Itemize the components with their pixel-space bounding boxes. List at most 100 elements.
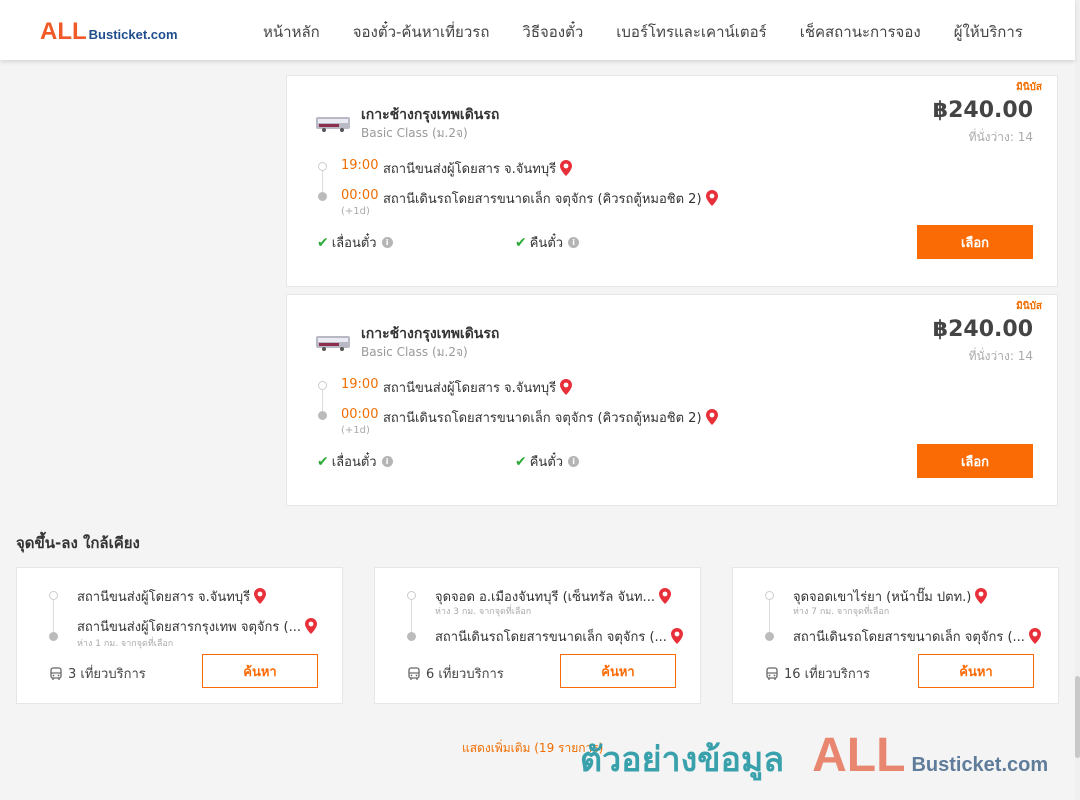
- nearby-from-text: จุดจอดเขาไร่ยา (หน้าปั๊ม ปตท.): [793, 590, 972, 605]
- nav-check-booking[interactable]: เช็คสถานะการจอง: [800, 20, 921, 44]
- departure-dot: [318, 381, 327, 390]
- nearby-to: สถานีเดินรถโดยสารขนาดเล็ก จตุจักร (...: [435, 626, 687, 647]
- map-pin-icon[interactable]: [975, 588, 988, 604]
- map-pin-icon[interactable]: [658, 588, 671, 604]
- trip-count: 6 เที่ยวบริการ: [407, 663, 504, 684]
- trip-count-text: 3 เที่ยวบริการ: [68, 667, 146, 682]
- check-icon: ✔: [317, 453, 329, 470]
- logo-busticket-text: Busticket.com: [88, 27, 178, 42]
- arrival-place: สถานีเดินรถโดยสารขนาดเล็ก จตุจักร (คิวรถ…: [383, 188, 718, 209]
- map-pin-icon[interactable]: [304, 618, 317, 634]
- nearby-to-text: สถานีเดินรถโดยสารขนาดเล็ก จตุจักร (...: [435, 630, 667, 645]
- departure-place: สถานีขนส่งผู้โดยสาร จ.จันทบุรี: [383, 377, 573, 398]
- logo-all-text: ALL: [40, 18, 87, 45]
- nav-operators[interactable]: ผู้ให้บริการ: [954, 20, 1023, 44]
- nearby-from-text: สถานีขนส่งผู้โดยสาร จ.จันทบุรี: [77, 590, 251, 605]
- watermark-logo-all: ALL: [812, 729, 906, 782]
- check-icon: ✔: [515, 234, 527, 251]
- map-pin-icon[interactable]: [254, 588, 267, 604]
- seats-available: ที่นั่งว่าง: 14: [968, 349, 1033, 363]
- nearby-to: สถานีเดินรถโดยสารขนาดเล็ก จตุจักร (...: [793, 626, 1045, 647]
- select-trip-button[interactable]: เลือก: [917, 225, 1033, 259]
- nearby-from-text: จุดจอด อ.เมืองจันทบุรี (เซ็นทรัล จันท...: [435, 590, 655, 605]
- nav-home[interactable]: หน้าหลัก: [263, 20, 320, 44]
- nearby-card: สถานีขนส่งผู้โดยสาร จ.จันทบุรี สถานีขนส่…: [16, 567, 343, 704]
- departure-place: สถานีขนส่งผู้โดยสาร จ.จันทบุรี: [383, 158, 573, 179]
- watermark-logo-rest: Busticket.com: [911, 754, 1049, 776]
- watermark-thai-text: ตัวอย่างข้อมูล: [580, 740, 785, 780]
- nearby-search-button[interactable]: ค้นหา: [202, 654, 318, 688]
- timeline-line: [769, 598, 770, 632]
- top-header: ALL Busticket.com หน้าหลัก จองตั๋ว-ค้นหา…: [0, 0, 1075, 60]
- main-nav: หน้าหลัก จองตั๋ว-ค้นหาเที่ยวรถ วิธีจองตั…: [263, 20, 1023, 44]
- check-icon: ✔: [515, 453, 527, 470]
- next-day-label: (+1d): [341, 425, 370, 436]
- route-name: เกาะช้างกรุงเทพเดินรถ: [361, 107, 500, 123]
- nearby-section-title: จุดขึ้น-ลง ใกล้เคียง: [16, 534, 140, 552]
- from-distance: ห่าง 7 กม. จากจุดที่เลือก: [793, 607, 890, 617]
- nearby-to: สถานีขนส่งผู้โดยสารกรุงเทพ จตุจักร (...: [77, 616, 329, 637]
- info-icon[interactable]: i: [568, 237, 580, 248]
- trip-count: 3 เที่ยวบริการ: [49, 663, 146, 684]
- trip-count-text: 16 เที่ยวบริการ: [784, 667, 870, 682]
- from-distance: ห่าง 3 กม. จากจุดที่เลือก: [435, 607, 532, 617]
- select-trip-button[interactable]: เลือก: [917, 444, 1033, 478]
- nav-phone-counters[interactable]: เบอร์โทรและเคาน์เตอร์: [616, 20, 766, 44]
- info-icon[interactable]: i: [381, 456, 393, 467]
- map-pin-icon[interactable]: [705, 190, 718, 206]
- arrival-dot: [318, 192, 327, 201]
- departure-dot: [318, 162, 327, 171]
- ticket-price: ฿240.00: [932, 98, 1033, 123]
- scrollbar-thumb[interactable]: [1075, 676, 1080, 758]
- nearby-search-button[interactable]: ค้นหา: [560, 654, 676, 688]
- departure-place-text: สถานีขนส่งผู้โดยสาร จ.จันทบุรี: [383, 162, 557, 177]
- minibus-tag: มินิบัส: [1016, 82, 1042, 93]
- map-pin-icon[interactable]: [560, 160, 573, 176]
- nearby-card: จุดจอด อ.เมืองจันทบุรี (เซ็นทรัล จันท...…: [374, 567, 701, 704]
- site-logo[interactable]: ALL Busticket.com: [40, 18, 178, 46]
- to-distance: ห่าง 1 กม. จากจุดที่เลือก: [77, 639, 174, 649]
- seats-available: ที่นั่งว่าง: 14: [968, 130, 1033, 144]
- bus-operator-logo-icon: [316, 117, 350, 132]
- arrival-dot: [318, 411, 327, 420]
- show-more-link[interactable]: แสดงเพิ่มเติม (19 รายการ): [462, 739, 603, 758]
- page-scrollbar[interactable]: [1075, 0, 1080, 800]
- departure-time: 19:00: [341, 377, 379, 392]
- feature-reschedule-label: เลื่อนตั๋ว: [331, 236, 377, 251]
- timeline-line: [53, 598, 54, 632]
- from-dot: [407, 591, 416, 600]
- to-dot: [49, 632, 58, 641]
- departure-time: 19:00: [341, 158, 379, 173]
- nearby-search-button[interactable]: ค้นหา: [918, 654, 1034, 688]
- nearby-from: สถานีขนส่งผู้โดยสาร จ.จันทบุรี: [77, 586, 329, 607]
- nearby-card: จุดจอดเขาไร่ยา (หน้าปั๊ม ปตท.) ห่าง 7 กม…: [732, 567, 1059, 704]
- sample-data-watermark: ตัวอย่างข้อมูล ALL Busticket.com: [580, 728, 1048, 786]
- trip-card: มินิบัส เกาะช้างกรุงเทพเดินรถ Basic Clas…: [286, 294, 1058, 506]
- map-pin-icon[interactable]: [705, 409, 718, 425]
- to-dot: [765, 632, 774, 641]
- map-pin-icon[interactable]: [670, 628, 683, 644]
- timeline-line: [411, 598, 412, 632]
- nearby-to-text: สถานีเดินรถโดยสารขนาดเล็ก จตุจักร (...: [793, 630, 1025, 645]
- map-pin-icon[interactable]: [1028, 628, 1041, 644]
- trip-count-text: 6 เที่ยวบริการ: [426, 667, 504, 682]
- arrival-time: 00:00: [341, 188, 379, 203]
- to-dot: [407, 632, 416, 641]
- feature-reschedule: ✔ เลื่อนตั๋ว i: [317, 451, 393, 472]
- feature-reschedule-label: เลื่อนตั๋ว: [331, 455, 377, 470]
- info-icon[interactable]: i: [381, 237, 393, 248]
- bus-operator-logo-icon: [316, 336, 350, 351]
- bus-class: Basic Class (ม.2จ): [361, 126, 468, 140]
- feature-reschedule: ✔ เลื่อนตั๋ว i: [317, 232, 393, 253]
- nav-how-to-book[interactable]: วิธีจองตั๋ว: [522, 20, 583, 44]
- feature-refund: ✔ คืนตั๋ว i: [515, 232, 580, 253]
- minibus-tag: มินิบัส: [1016, 301, 1042, 312]
- trip-count: 16 เที่ยวบริการ: [765, 663, 870, 684]
- feature-refund: ✔ คืนตั๋ว i: [515, 451, 580, 472]
- map-pin-icon[interactable]: [560, 379, 573, 395]
- arrival-place: สถานีเดินรถโดยสารขนาดเล็ก จตุจักร (คิวรถ…: [383, 407, 718, 428]
- info-icon[interactable]: i: [568, 456, 580, 467]
- next-day-label: (+1d): [341, 206, 370, 217]
- trip-card: มินิบัส เกาะช้างกรุงเทพเดินรถ Basic Clas…: [286, 75, 1058, 287]
- nav-book-search[interactable]: จองตั๋ว-ค้นหาเที่ยวรถ: [353, 20, 490, 44]
